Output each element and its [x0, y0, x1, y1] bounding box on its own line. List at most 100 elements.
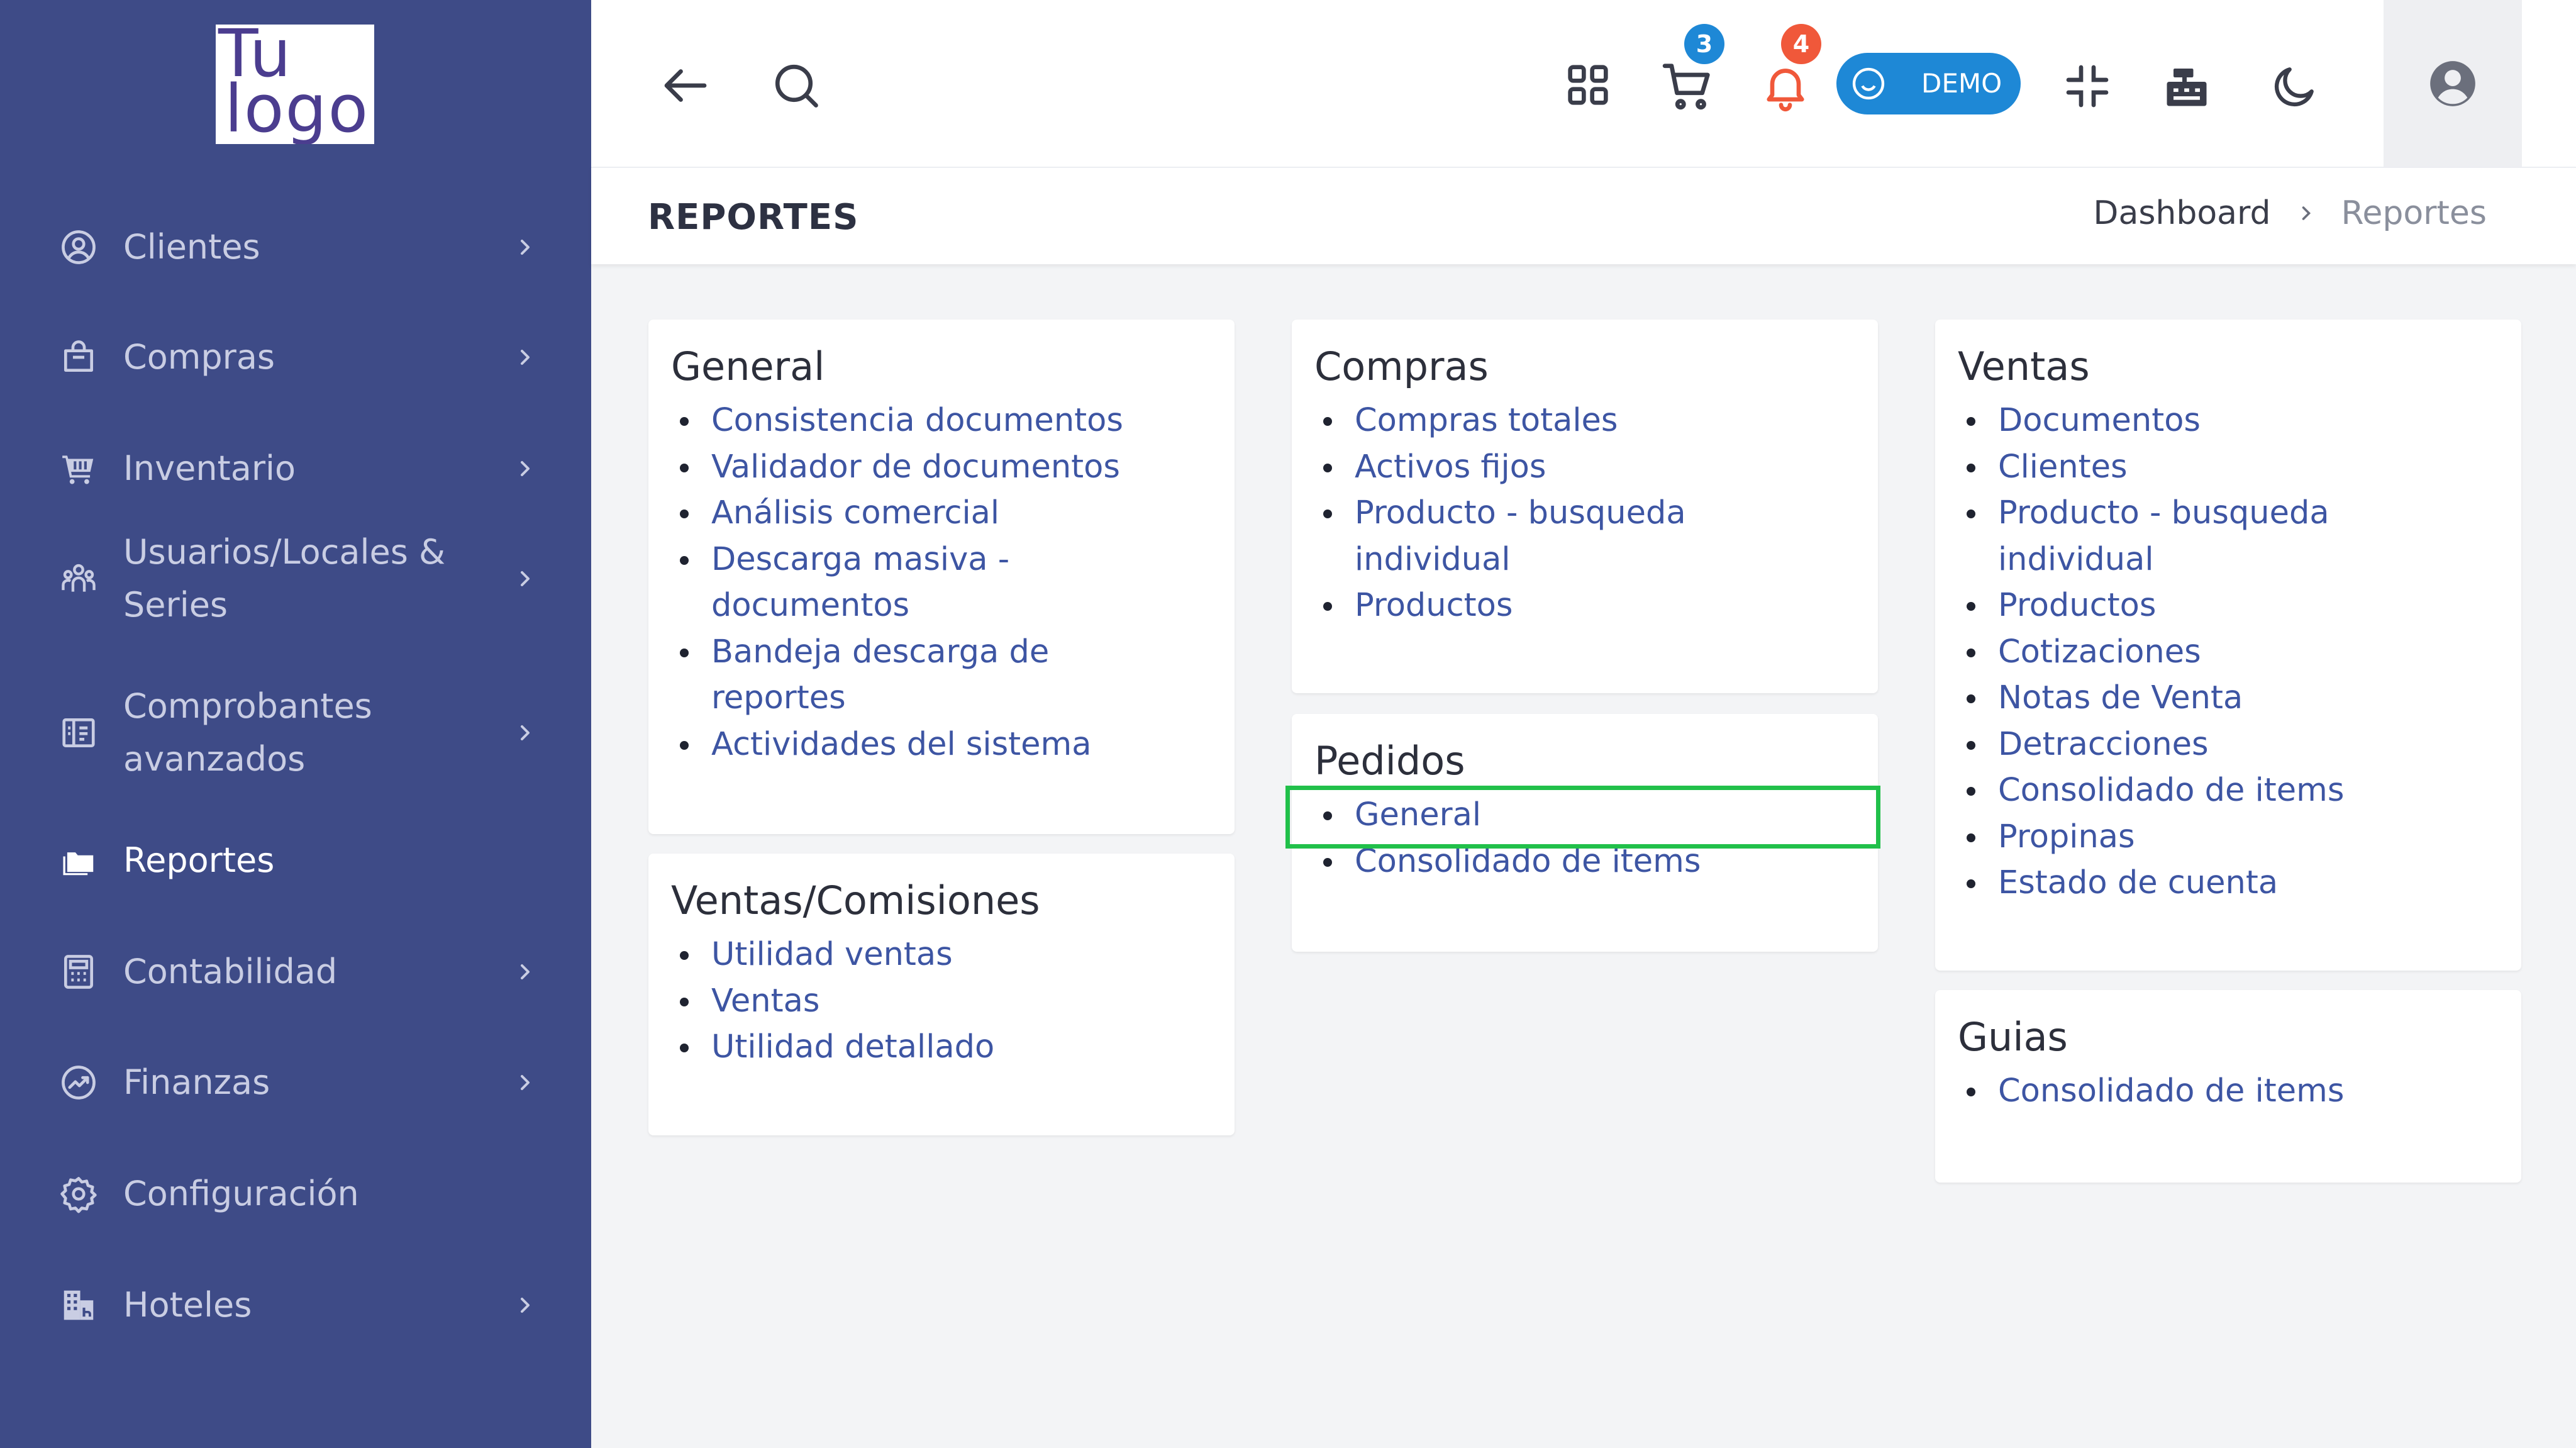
sidebar: Tu logo Clientes Compras Inventario Usuario…: [0, 0, 591, 1448]
sidebar-item-usuarios[interactable]: Usuarios/Locales & Series: [0, 525, 591, 632]
smile-icon: [1852, 67, 1885, 100]
report-link[interactable]: Actividades del sistema: [680, 721, 1209, 768]
sidebar-item-reportes[interactable]: Reportes: [0, 830, 591, 891]
sidebar-item-hoteles[interactable]: Hoteles: [0, 1275, 591, 1335]
card-title: Pedidos: [1314, 738, 1465, 784]
company-logo[interactable]: Tu logo: [216, 25, 374, 144]
card-title: Ventas: [1958, 343, 2090, 389]
sidebar-item-label: Usuarios/Locales & Series: [123, 532, 446, 625]
shopping-bag-icon: [58, 337, 99, 378]
report-link[interactable]: Clientes: [1967, 444, 2496, 491]
report-link[interactable]: Ventas: [680, 978, 1209, 1025]
sidebar-item-clientes[interactable]: Clientes: [0, 217, 591, 277]
sidebar-item-label: Hoteles: [123, 1285, 252, 1325]
gear-icon: [58, 1173, 99, 1215]
demo-button[interactable]: DEMO: [1836, 53, 2021, 114]
report-link[interactable]: Notas de Venta: [1967, 675, 2496, 721]
back-arrow-icon[interactable]: [654, 54, 717, 117]
highlight-box: [1285, 786, 1880, 849]
report-link[interactable]: Producto - busqueda individual: [1323, 490, 1853, 582]
folders-icon: [58, 840, 99, 881]
sidebar-item-comprobantes[interactable]: Comprobantes avanzados: [0, 679, 591, 786]
calculator-icon: [58, 951, 99, 993]
cart-count-badge: 3: [1684, 24, 1724, 64]
report-link[interactable]: Utilidad ventas: [680, 932, 1209, 978]
dark-mode-moon-icon[interactable]: [2260, 52, 2329, 121]
demo-label: DEMO: [1921, 68, 2002, 99]
sidebar-item-inventario[interactable]: Inventario: [0, 438, 591, 499]
user-menu[interactable]: [2384, 0, 2522, 167]
report-link-list: Consolidado de items: [1967, 1068, 2496, 1115]
user-avatar-icon: [2430, 60, 2475, 106]
report-link[interactable]: Bandeja descarga de reportes: [680, 629, 1209, 721]
card-title: Ventas/Comisiones: [671, 877, 1040, 923]
report-link-list: Compras totales Activos fijos Producto - b…: [1323, 398, 1853, 629]
report-link[interactable]: Propinas: [1967, 814, 2496, 860]
cash-register-icon[interactable]: [2152, 52, 2221, 121]
chart-circle-icon: [58, 1062, 99, 1103]
sidebar-item-label: Inventario: [123, 448, 296, 488]
sidebar-item-compras[interactable]: Compras: [0, 327, 591, 387]
report-link-list: Consistencia documentos Validador de docu…: [680, 398, 1209, 768]
chevron-right-icon: [513, 456, 538, 481]
report-link[interactable]: Detracciones: [1967, 721, 2496, 768]
minimize-icon[interactable]: [2053, 52, 2122, 121]
sidebar-item-label: Reportes: [123, 840, 275, 880]
report-link-list: Utilidad ventas Ventas Utilidad detallado: [680, 932, 1209, 1071]
report-link[interactable]: Análisis comercial: [680, 490, 1209, 537]
card-title: Compras: [1314, 343, 1489, 389]
chevron-right-icon: [513, 959, 538, 984]
card-guias: Guias Consolidado de items: [1935, 990, 2521, 1183]
logo-line-2: logo: [225, 70, 370, 144]
receipt-icon: [58, 712, 99, 754]
report-link[interactable]: Productos: [1967, 582, 2496, 629]
report-link[interactable]: Validador de documentos: [680, 444, 1209, 491]
sidebar-item-label: Finanzas: [123, 1062, 270, 1102]
breadcrumb: Dashboard Reportes: [2093, 194, 2487, 232]
card-general: General Consistencia documentos Validador…: [648, 320, 1235, 834]
report-link[interactable]: Utilidad detallado: [680, 1024, 1209, 1071]
sidebar-item-finanzas[interactable]: Finanzas: [0, 1052, 591, 1113]
card-compras: Compras Compras totales Activos fijos Prod…: [1292, 320, 1878, 693]
page-title: REPORTES: [648, 197, 859, 238]
chevron-right-icon: [513, 720, 538, 745]
apps-grid-icon[interactable]: [1553, 50, 1623, 120]
page-header: REPORTES Dashboard Reportes: [591, 167, 2576, 264]
card-ventas-comisiones: Ventas/Comisiones Utilidad ventas Ventas U…: [648, 854, 1235, 1135]
sidebar-item-label: Configuración: [123, 1174, 359, 1213]
sidebar-item-label: Comprobantes avanzados: [123, 686, 372, 779]
card-title: Guias: [1958, 1014, 2068, 1060]
chevron-right-icon: [2302, 206, 2311, 220]
hotel-icon: [58, 1284, 99, 1326]
breadcrumb-current: Reportes: [2341, 194, 2487, 232]
sidebar-item-label: Compras: [123, 337, 275, 377]
sidebar-item-contabilidad[interactable]: Contabilidad: [0, 942, 591, 1002]
users-icon: [58, 558, 99, 599]
report-link[interactable]: Consolidado de items: [1967, 767, 2496, 814]
chevron-right-icon: [513, 1293, 538, 1318]
cart-building-icon: [58, 448, 99, 489]
report-link[interactable]: Descarga masiva - documentos: [680, 537, 1209, 629]
report-link[interactable]: Estado de cuenta: [1967, 860, 2496, 906]
report-link[interactable]: Activos fijos: [1323, 444, 1853, 491]
report-link-list: Documentos Clientes Producto - busqueda in…: [1967, 398, 2496, 906]
report-link[interactable]: Cotizaciones: [1967, 629, 2496, 676]
sidebar-item-label: Clientes: [123, 227, 260, 267]
sidebar-item-configuración[interactable]: Configuración: [0, 1164, 591, 1224]
search-icon[interactable]: [765, 54, 828, 117]
chevron-right-icon: [513, 566, 538, 591]
report-link[interactable]: Productos: [1323, 582, 1853, 629]
chevron-right-icon: [513, 1070, 538, 1095]
sidebar-item-label: Contabilidad: [123, 952, 338, 991]
card-ventas: Ventas Documentos Clientes Producto - busq…: [1935, 320, 2521, 971]
card-title: General: [671, 343, 825, 389]
report-link[interactable]: Consolidado de items: [1967, 1068, 2496, 1115]
report-link[interactable]: Consistencia documentos: [680, 398, 1209, 444]
breadcrumb-dashboard-link[interactable]: Dashboard: [2093, 194, 2270, 232]
notification-count-badge: 4: [1781, 24, 1821, 64]
top-bar: 3 4 DEMO: [591, 0, 2576, 167]
report-link[interactable]: Documentos: [1967, 398, 2496, 444]
user-circle-icon: [58, 226, 99, 268]
report-link[interactable]: Compras totales: [1323, 398, 1853, 444]
report-link[interactable]: Producto - busqueda individual: [1967, 490, 2496, 582]
